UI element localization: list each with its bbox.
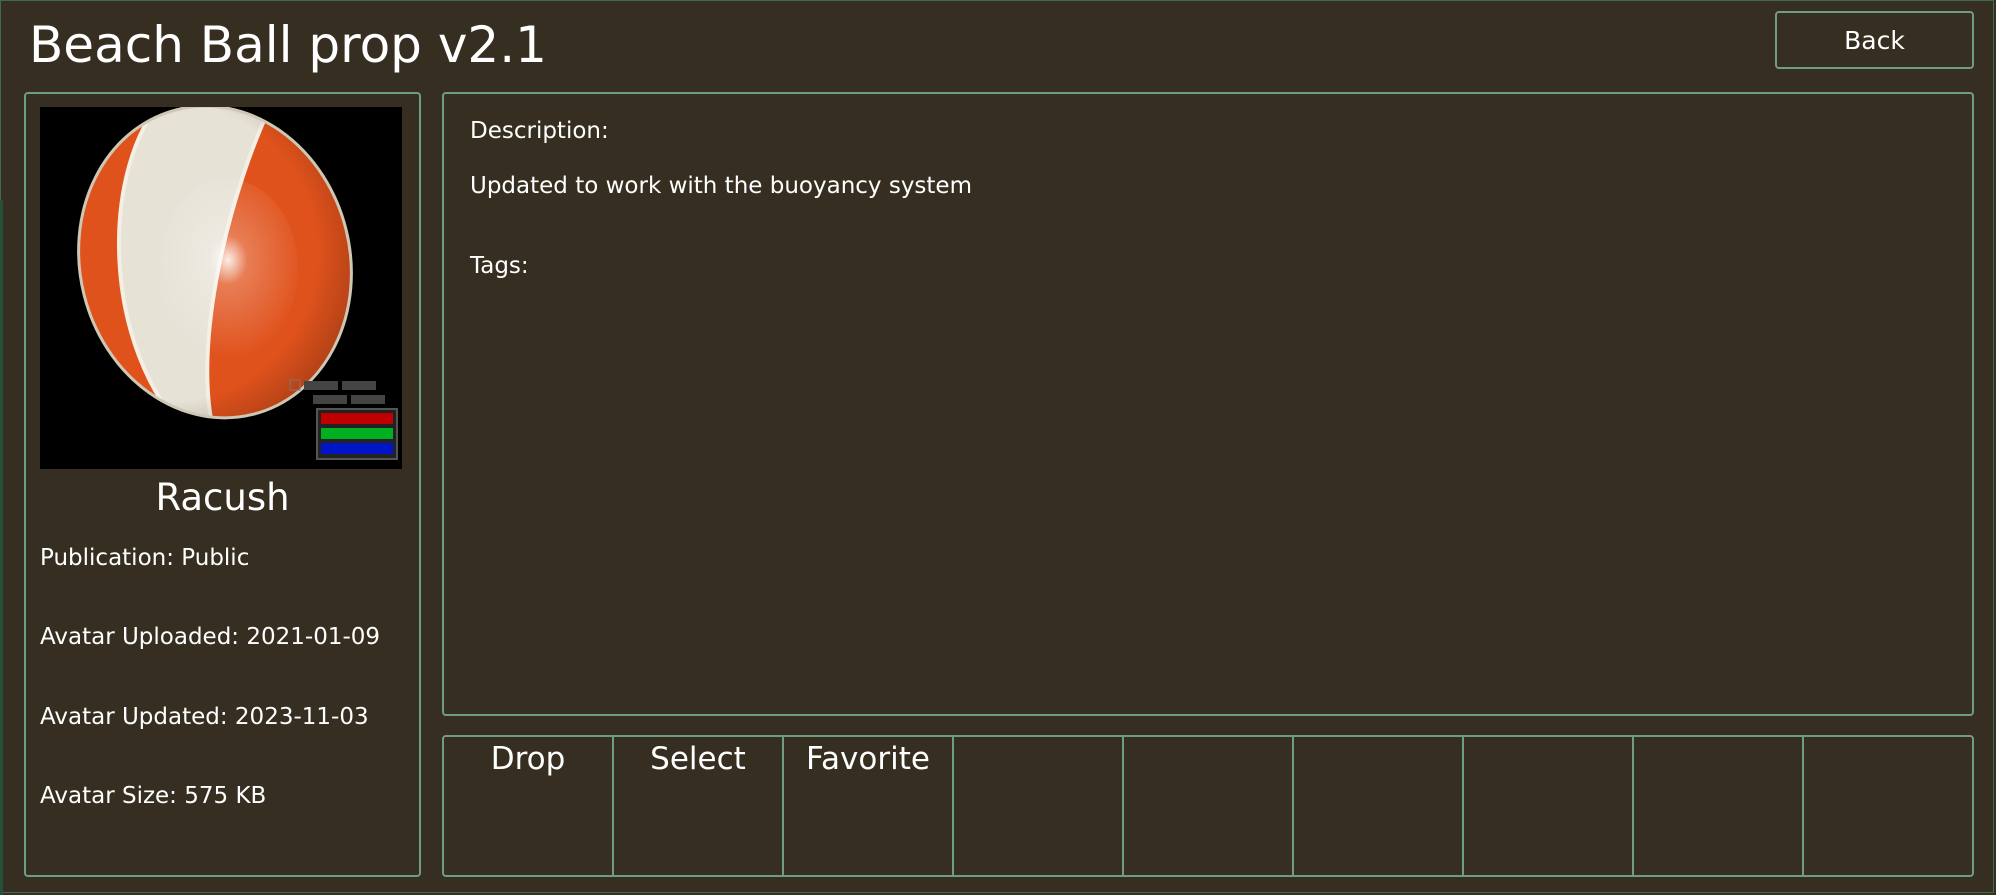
select-button[interactable]: Select (614, 737, 784, 875)
action-slot-7[interactable] (1464, 737, 1634, 875)
action-slot-6[interactable] (1294, 737, 1464, 875)
back-button[interactable]: Back (1775, 11, 1974, 69)
beach-ball-icon (46, 107, 398, 460)
publication-status: Publication: Public (40, 545, 250, 571)
creator-name: Racush (155, 476, 290, 519)
prop-info-panel: Racush Publication: Public Avatar Upload… (24, 92, 421, 877)
tags-label: Tags: (470, 253, 529, 279)
favorite-button[interactable]: Favorite (784, 737, 954, 875)
action-slot-4[interactable] (954, 737, 1124, 875)
window-edge-accent (0, 200, 3, 895)
description-heading: Description: (470, 118, 609, 144)
action-slot-8[interactable] (1634, 737, 1804, 875)
action-slot-9[interactable] (1804, 737, 1972, 875)
upload-date: Avatar Uploaded: 2021-01-09 (40, 624, 381, 650)
prop-thumbnail (40, 107, 402, 469)
file-size: Avatar Size: 575 KB (40, 783, 267, 809)
action-slot-5[interactable] (1124, 737, 1294, 875)
description-text: Updated to work with the buoyancy system (470, 173, 972, 199)
update-date: Avatar Updated: 2023-11-03 (40, 704, 369, 730)
page-title: Beach Ball prop v2.1 (29, 16, 547, 74)
action-bar: Drop Select Favorite (442, 735, 1974, 877)
description-panel: Description: Updated to work with the bu… (442, 92, 1974, 716)
drop-button[interactable]: Drop (444, 737, 614, 875)
color-picker-overlay (289, 379, 398, 460)
